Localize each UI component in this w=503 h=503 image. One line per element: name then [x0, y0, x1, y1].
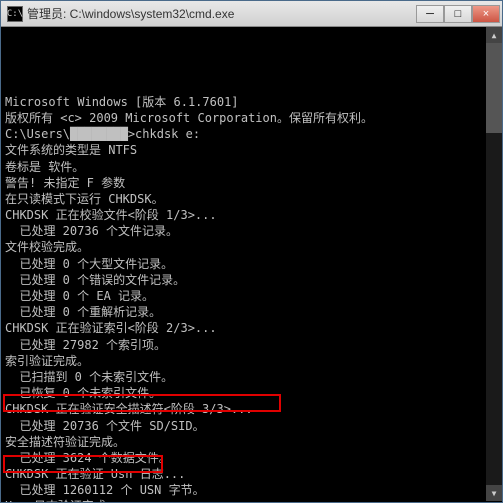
console-line: 安全描述符验证完成。 — [5, 434, 498, 450]
console-line: Usn 日志验证完成 — [5, 498, 498, 502]
scrollbar-track[interactable] — [486, 43, 502, 485]
close-button[interactable]: × — [472, 5, 500, 23]
window-title: 管理员: C:\windows\system32\cmd.exe — [27, 5, 416, 22]
console-line: 已处理 27982 个索引项。 — [5, 337, 498, 353]
scrollbar-thumb[interactable] — [486, 43, 502, 133]
console-line: 在只读模式下运行 CHKDSK。 — [5, 191, 498, 207]
vertical-scrollbar[interactable]: ▲ ▼ — [486, 27, 502, 501]
console-line: 已处理 0 个 EA 记录。 — [5, 288, 498, 304]
console-line: 文件系统的类型是 NTFS — [5, 142, 498, 158]
console-line: 已扫描到 0 个未索引文件。 — [5, 369, 498, 385]
console-output: Microsoft Windows [版本 6.1.7601]版权所有 <c> … — [1, 27, 502, 502]
minimize-button[interactable]: ─ — [416, 5, 444, 23]
console-line: 已处理 0 个错误的文件记录。 — [5, 272, 498, 288]
cmd-window: C:\ 管理员: C:\windows\system32\cmd.exe ─ □… — [0, 0, 503, 503]
cmd-icon: C:\ — [7, 6, 23, 22]
console-line: 已处理 1260112 个 USN 字节。 — [5, 482, 498, 498]
console-line: Microsoft Windows [版本 6.1.7601] — [5, 94, 498, 110]
console-line: 警告! 未指定 F 参数 — [5, 175, 498, 191]
console-line: CHKDSK 正在验证安全描述符<阶段 3/3>... — [5, 401, 498, 417]
scroll-down-button[interactable]: ▼ — [486, 485, 502, 501]
console-line: 索引验证完成。 — [5, 353, 498, 369]
titlebar: C:\ 管理员: C:\windows\system32\cmd.exe ─ □… — [1, 1, 502, 27]
scroll-up-button[interactable]: ▲ — [486, 27, 502, 43]
console-line: 已处理 0 个重解析记录。 — [5, 304, 498, 320]
maximize-button[interactable]: □ — [444, 5, 472, 23]
console-line: 版权所有 <c> 2009 Microsoft Corporation。保留所有… — [5, 110, 498, 126]
console-line: CHKDSK 正在校验文件<阶段 1/3>... — [5, 207, 498, 223]
console-line: CHKDSK 正在验证 Usn 日志... — [5, 466, 498, 482]
console-line: 已处理 20736 个文件 SD/SID。 — [5, 418, 498, 434]
console-line: 卷标是 软件。 — [5, 159, 498, 175]
window-controls: ─ □ × — [416, 5, 500, 23]
console-line: 已恢复 0 个未索引文件。 — [5, 385, 498, 401]
console-line: CHKDSK 正在验证索引<阶段 2/3>... — [5, 320, 498, 336]
console-line: 已处理 3624 个数据文件。 — [5, 450, 498, 466]
console-line: 文件校验完成。 — [5, 239, 498, 255]
console-line: 已处理 20736 个文件记录。 — [5, 223, 498, 239]
console-line: C:\Users\████████>chkdsk e: — [5, 126, 498, 142]
console-line: 已处理 0 个大型文件记录。 — [5, 256, 498, 272]
